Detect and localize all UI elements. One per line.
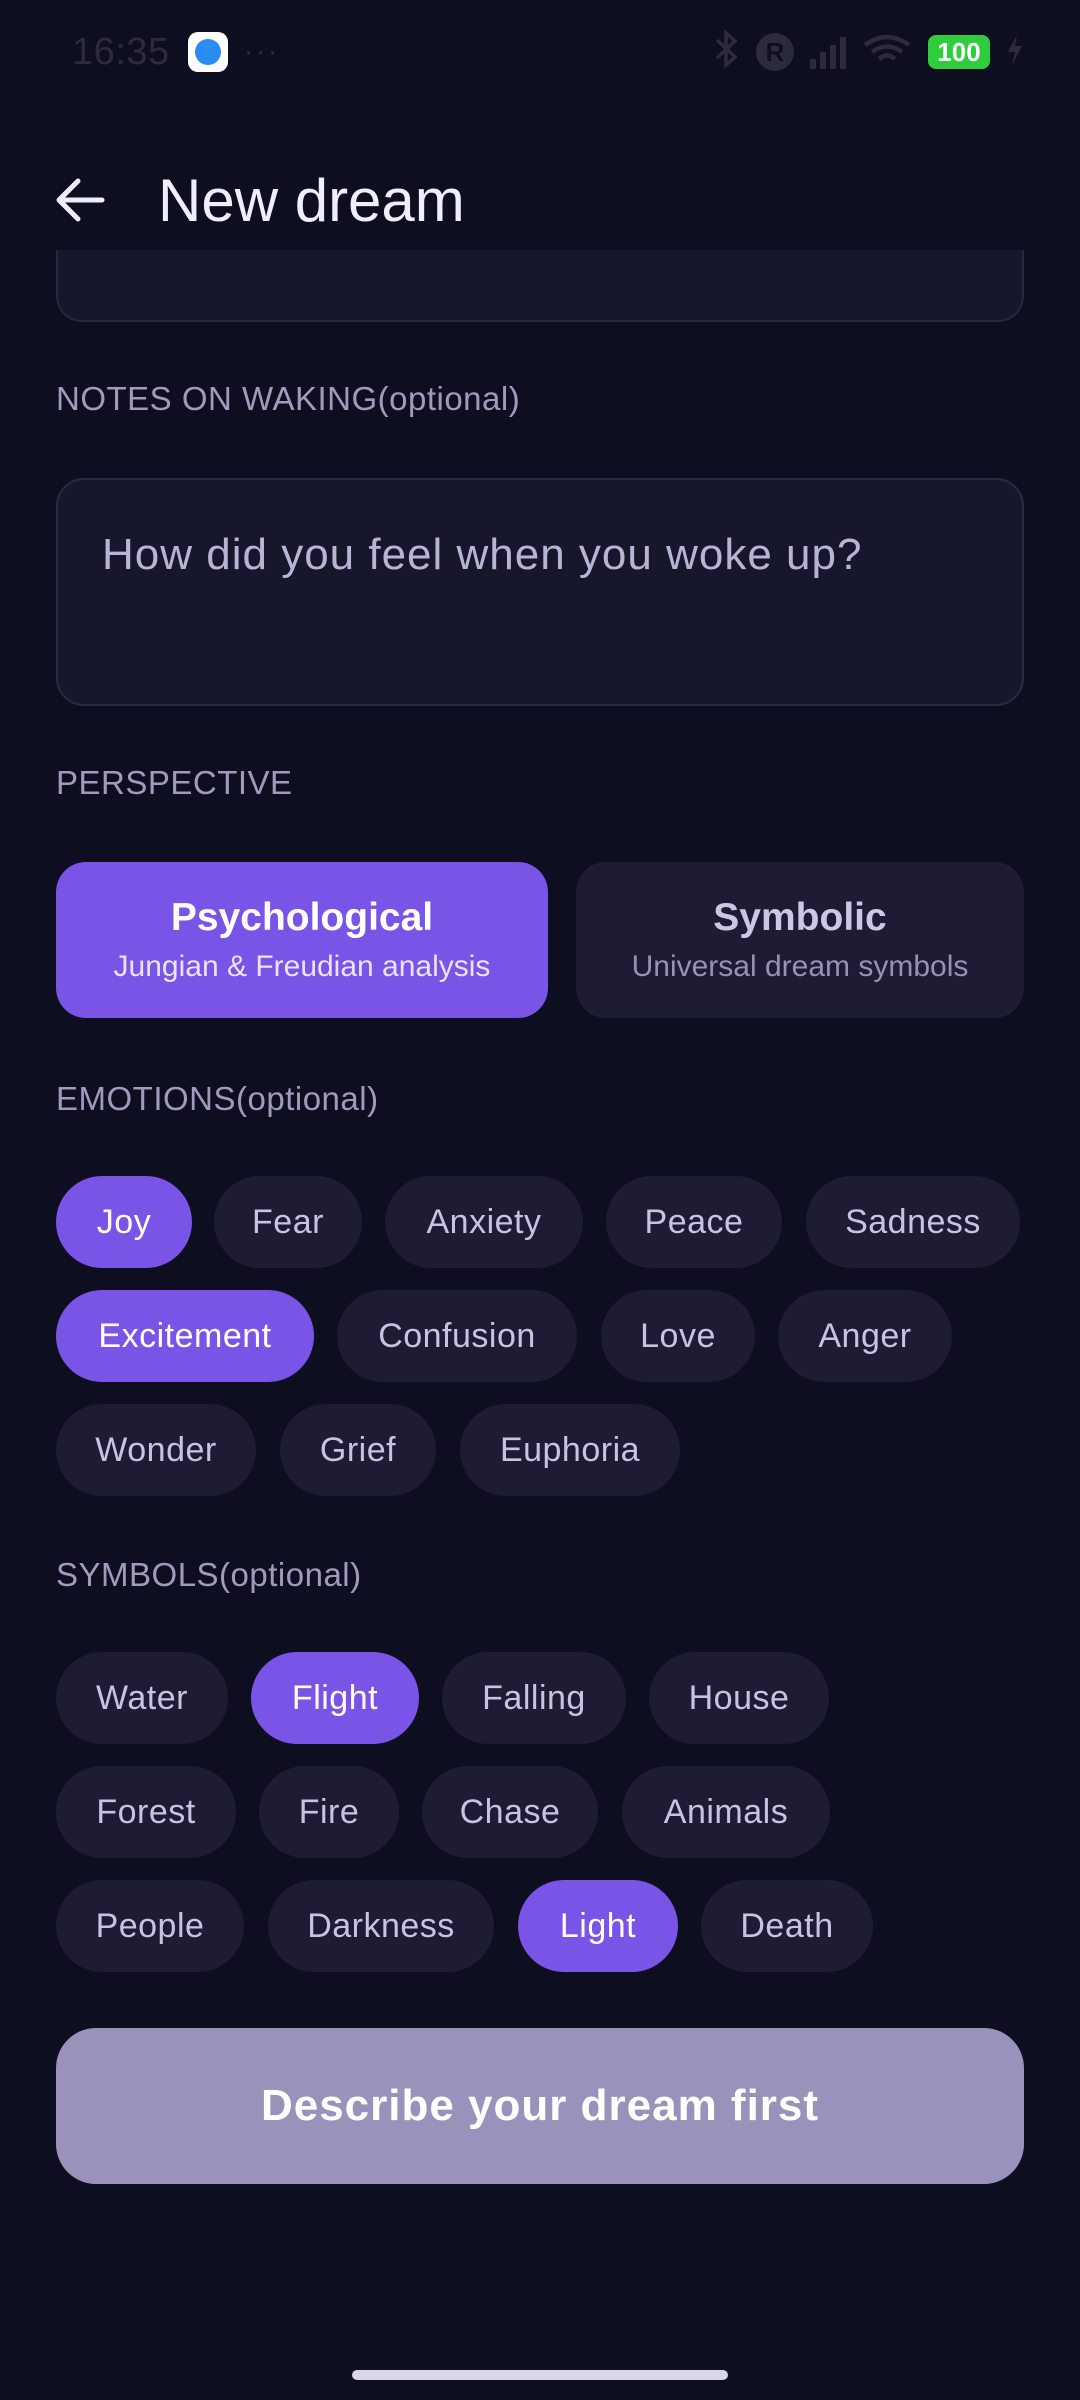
emotion-chip-excitement[interactable]: Excitement	[56, 1290, 314, 1382]
perspective-psychological-option[interactable]: Psychological Jungian & Freudian analysi…	[56, 862, 548, 1018]
option-subtitle: Universal dream symbols	[631, 950, 969, 983]
analyze-dream-button[interactable]: Describe your dream first	[56, 2028, 1024, 2184]
emotion-chip-grief[interactable]: Grief	[280, 1404, 436, 1496]
status-time: 16:35	[72, 30, 170, 73]
app-notification-icon	[187, 32, 228, 72]
emotion-chip-joy[interactable]: Joy	[56, 1176, 192, 1268]
back-button[interactable]	[44, 164, 116, 236]
symbol-chip-forest[interactable]: Forest	[56, 1766, 236, 1858]
emotion-chip-fear[interactable]: Fear	[214, 1176, 362, 1268]
perspective-symbolic-option[interactable]: Symbolic Universal dream symbols	[576, 862, 1024, 1018]
symbol-chip-flight[interactable]: Flight	[251, 1652, 419, 1744]
option-title: Psychological	[170, 896, 434, 939]
page-title: New dream	[158, 166, 465, 234]
emotion-chip-wonder[interactable]: Wonder	[56, 1404, 256, 1496]
emotion-chip-euphoria[interactable]: Euphoria	[460, 1404, 680, 1496]
symbol-chip-people[interactable]: People	[56, 1880, 244, 1972]
symbol-chip-fire[interactable]: Fire	[259, 1766, 399, 1858]
bluetooth-icon	[714, 29, 740, 74]
dream-description-field[interactable]	[56, 250, 1024, 322]
emotions-label: EMOTIONS(optional)	[56, 1080, 379, 1117]
symbol-chip-death[interactable]: Death	[701, 1880, 873, 1972]
symbol-chip-falling[interactable]: Falling	[442, 1652, 626, 1744]
notes-label: NOTES ON WAKING(optional)	[56, 380, 521, 417]
emotion-chip-confusion[interactable]: Confusion	[337, 1290, 577, 1382]
app-bar: New dream	[0, 140, 1080, 260]
symbol-chip-chase[interactable]: Chase	[422, 1766, 598, 1858]
emotion-chip-anger[interactable]: Anger	[778, 1290, 952, 1382]
symbol-chip-water[interactable]: Water	[56, 1652, 228, 1744]
emotion-chip-love[interactable]: Love	[601, 1290, 755, 1382]
symbols-label: SYMBOLS(optional)	[56, 1556, 362, 1593]
signal-icon	[810, 35, 846, 69]
status-bar: 16:35 ··· R 100	[0, 0, 1080, 104]
symbol-chip-animals[interactable]: Animals	[622, 1766, 830, 1858]
notes-input[interactable]: How did you feel when you woke up?	[56, 478, 1024, 706]
notes-placeholder: How did you feel when you woke up?	[102, 530, 863, 579]
emotion-chip-sadness[interactable]: Sadness	[806, 1176, 1020, 1268]
symbol-chip-light[interactable]: Light	[518, 1880, 678, 1972]
perspective-label: PERSPECTIVE	[56, 764, 293, 801]
symbol-chip-house[interactable]: House	[649, 1652, 829, 1744]
wifi-icon	[862, 33, 912, 72]
home-indicator[interactable]	[352, 2370, 728, 2380]
emotion-chip-peace[interactable]: Peace	[606, 1176, 782, 1268]
arrow-left-icon	[56, 178, 105, 222]
option-title: Symbolic	[713, 896, 887, 939]
more-notifications-icon: ···	[243, 35, 280, 68]
r-icon: R	[756, 33, 794, 71]
option-subtitle: Jungian & Freudian analysis	[113, 950, 491, 983]
battery-icon: 100	[928, 35, 990, 69]
symbol-chip-darkness[interactable]: Darkness	[268, 1880, 494, 1972]
charging-icon	[1006, 34, 1024, 71]
emotion-chip-anxiety[interactable]: Anxiety	[385, 1176, 583, 1268]
